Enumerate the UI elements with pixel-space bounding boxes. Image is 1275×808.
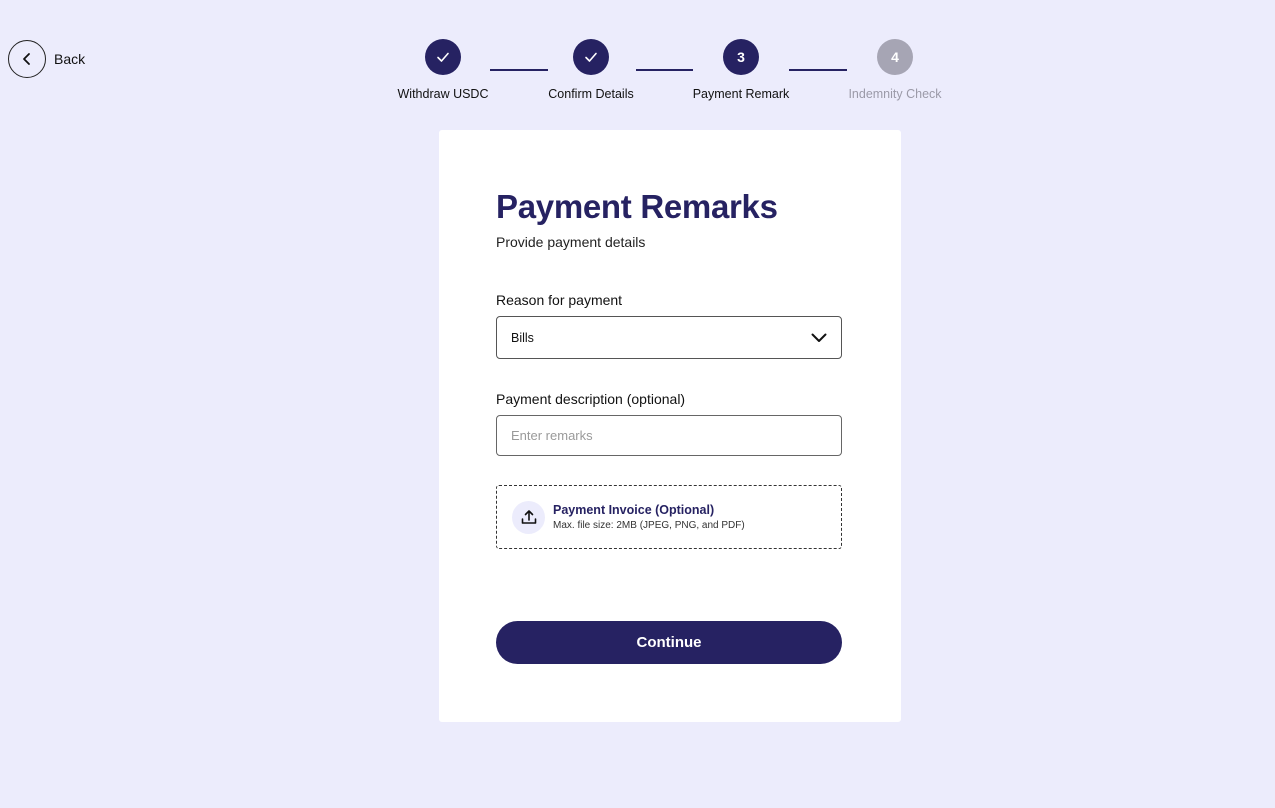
upload-text: Payment Invoice (Optional) Max. file siz… [553, 503, 745, 531]
page-subtitle: Provide payment details [496, 234, 646, 250]
step-withdraw-usdc: Withdraw USDC [373, 39, 513, 101]
chevron-down-icon [811, 333, 827, 342]
description-field-wrap [496, 415, 842, 456]
upload-title: Payment Invoice (Optional) [553, 503, 715, 517]
description-label: Payment description (optional) [496, 391, 686, 407]
reason-select[interactable]: Bills [496, 316, 842, 359]
step-4-label: Indemnity Check [848, 87, 942, 101]
step-1-circle [425, 39, 461, 75]
step-confirm-details: Confirm Details [521, 39, 661, 101]
step-2-circle [573, 39, 609, 75]
upload-icon-wrap [512, 500, 545, 534]
step-3-circle: 3 [723, 39, 759, 75]
step-payment-remark: 3 Payment Remark [671, 39, 811, 101]
invoice-upload[interactable]: Payment Invoice (Optional) Max. file siz… [496, 485, 842, 549]
step-3-label: Payment Remark [692, 87, 790, 101]
payment-remarks-card: Payment Remarks Provide payment details … [439, 130, 901, 722]
reason-select-value: Bills [511, 330, 534, 345]
reason-label: Reason for payment [496, 292, 623, 308]
page: Back Withdraw USDC Confirm Details 3 Pay… [0, 0, 1275, 808]
step-indemnity-check: 4 Indemnity Check [825, 39, 965, 101]
description-input[interactable] [496, 415, 842, 456]
page-title: Payment Remarks [496, 188, 778, 225]
step-1-label: Withdraw USDC [397, 87, 489, 101]
step-2-label: Confirm Details [548, 87, 634, 101]
stepper: Withdraw USDC Confirm Details 3 Payment … [0, 0, 1275, 110]
upload-icon [521, 510, 536, 524]
check-icon [585, 52, 597, 62]
check-icon [437, 52, 449, 62]
upload-hint: Max. file size: 2MB (JPEG, PNG, and PDF) [553, 520, 745, 531]
continue-button[interactable]: Continue [496, 621, 842, 664]
step-4-circle: 4 [877, 39, 913, 75]
